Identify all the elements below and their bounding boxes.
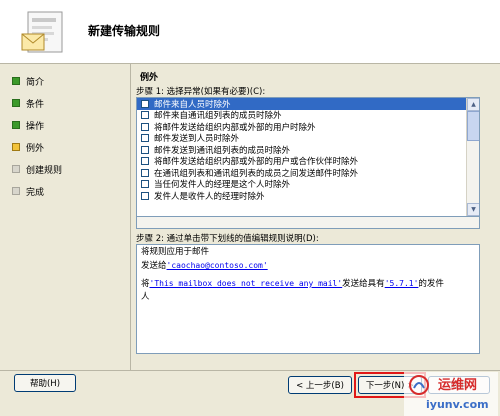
scroll-up-icon[interactable]: ▲ xyxy=(467,98,479,111)
new-rule-icon xyxy=(21,11,63,53)
nav-item-finish[interactable]: 完成 xyxy=(8,180,126,202)
nav-label: 条件 xyxy=(26,99,45,110)
rule-description-box: 将规则应用于邮件 发送给'caochao@contoso.com' 将'This… xyxy=(136,244,480,354)
nav-label: 例外 xyxy=(26,143,45,154)
page-title: 新建传输规则 xyxy=(88,24,161,38)
step-pending-icon xyxy=(12,187,20,195)
list-item[interactable]: 邮件来自通讯组列表的成员时除外 xyxy=(137,110,467,122)
exception-checkbox[interactable] xyxy=(141,145,149,154)
recipient-link[interactable]: 'caochao@contoso.com' xyxy=(167,261,268,270)
list-item-label: 将邮件发送给组织内部或外部的用户时除外 xyxy=(154,122,316,133)
nav-item-conditions[interactable]: 条件 xyxy=(8,92,126,114)
list-item-label: 在通讯组列表和通讯组列表的成员之间发送邮件时除外 xyxy=(154,168,359,179)
list-item-label: 邮件发送到人员时除外 xyxy=(154,134,240,145)
list-item-label: 将邮件发送给组织内部或外部的用户或合作伙伴时除外 xyxy=(154,157,359,168)
watermark-title: 运维网 xyxy=(438,378,478,393)
exception-checkbox[interactable] xyxy=(141,122,149,131)
message-link[interactable]: 'This mailbox does not receive any mail' xyxy=(150,279,343,288)
step2-label: 步骤 2: 通过单击带下划线的值编辑规则说明(D): xyxy=(136,234,319,244)
exception-checkbox[interactable] xyxy=(141,168,149,177)
desc-text: 的发件 xyxy=(418,279,444,289)
wizard-header: 新建传输规则 xyxy=(0,0,500,64)
nav-item-create-rule[interactable]: 创建规则 xyxy=(8,158,126,180)
footer-divider xyxy=(0,370,500,371)
scroll-down-icon[interactable]: ▼ xyxy=(467,203,479,216)
desc-text: 将 xyxy=(141,279,150,289)
exception-checkbox[interactable] xyxy=(141,134,149,143)
list-item-label: 邮件来自人员时除外 xyxy=(154,99,231,110)
watermark-domain: iyunv.com xyxy=(426,398,489,411)
exceptions-listbox[interactable]: 邮件来自人员时除外 邮件来自通讯组列表的成员时除外 将邮件发送给组织内部或外部的… xyxy=(136,97,480,217)
desc-line-apply: 将规则应用于邮件 xyxy=(141,247,210,257)
nav-item-exceptions[interactable]: 例外 xyxy=(8,136,126,158)
step-done-icon xyxy=(12,121,20,129)
list-item[interactable]: 将邮件发送给组织内部或外部的用户时除外 xyxy=(137,121,467,133)
section-title: 例外 xyxy=(140,73,159,83)
step-done-icon xyxy=(12,77,20,85)
nav-label: 操作 xyxy=(26,121,45,132)
exception-checkbox[interactable] xyxy=(141,180,149,189)
list-item[interactable]: 邮件来自人员时除外 xyxy=(137,98,467,110)
list-item[interactable]: 将邮件发送给组织内部或外部的用户或合作伙伴时除外 xyxy=(137,156,467,168)
list-horizontal-scrollbar[interactable] xyxy=(136,217,480,229)
step1-label: 步骤 1: 选择异常(如果有必要)(C): xyxy=(136,87,266,97)
nav-label: 完成 xyxy=(26,187,45,198)
site-watermark: 运维网 iyunv.com xyxy=(404,372,498,416)
list-item-label: 当任何发件人的经理是这个人时除外 xyxy=(154,180,291,191)
desc-line-ndr: 将'This mailbox does not receive any mail… xyxy=(141,278,475,290)
watermark-logo-icon xyxy=(409,375,429,395)
scrollbar-thumb[interactable] xyxy=(467,111,479,141)
desc-line-person: 人 xyxy=(141,292,150,302)
list-item-label: 邮件来自通讯组列表的成员时除外 xyxy=(154,111,282,122)
exception-checkbox[interactable] xyxy=(141,191,149,200)
exception-checkbox[interactable] xyxy=(141,111,149,120)
nav-item-intro[interactable]: 简介 xyxy=(8,70,126,92)
exceptions-panel: 例外 步骤 1: 选择异常(如果有必要)(C): 邮件来自人员时除外 邮件来自通… xyxy=(130,64,496,374)
list-item-label: 发件人是收件人的经理时除外 xyxy=(154,191,265,202)
status-code-link[interactable]: '5.7.1' xyxy=(385,279,419,288)
exception-checkbox[interactable] xyxy=(141,99,149,108)
desc-text: 发送给具有 xyxy=(342,279,385,289)
step-pending-icon xyxy=(12,165,20,173)
list-item[interactable]: 邮件发送到通讯组列表的成员时除外 xyxy=(137,144,467,156)
list-vertical-scrollbar[interactable]: ▲ ▼ xyxy=(466,98,479,216)
list-item[interactable]: 当任何发件人的经理是这个人时除外 xyxy=(137,179,467,191)
nav-item-actions[interactable]: 操作 xyxy=(8,114,126,136)
list-item[interactable]: 发件人是收件人的经理时除外 xyxy=(137,190,467,202)
wizard-steps-nav: 简介 条件 操作 例外 创建规则 完成 xyxy=(8,70,126,370)
list-item[interactable]: 邮件发送到人员时除外 xyxy=(137,133,467,145)
exception-checkbox[interactable] xyxy=(141,157,149,166)
nav-label: 简介 xyxy=(26,77,45,88)
step-done-icon xyxy=(12,99,20,107)
help-button[interactable]: 帮助(H) xyxy=(14,374,76,392)
back-button[interactable]: < 上一步(B) xyxy=(288,376,352,394)
desc-line-sent-to: 发送给'caochao@contoso.com' xyxy=(141,260,475,272)
desc-text: 发送给 xyxy=(141,261,167,271)
nav-label: 创建规则 xyxy=(26,165,63,176)
step-current-icon xyxy=(12,143,20,151)
list-item-label: 邮件发送到通讯组列表的成员时除外 xyxy=(154,145,291,156)
list-item[interactable]: 在通讯组列表和通讯组列表的成员之间发送邮件时除外 xyxy=(137,167,467,179)
